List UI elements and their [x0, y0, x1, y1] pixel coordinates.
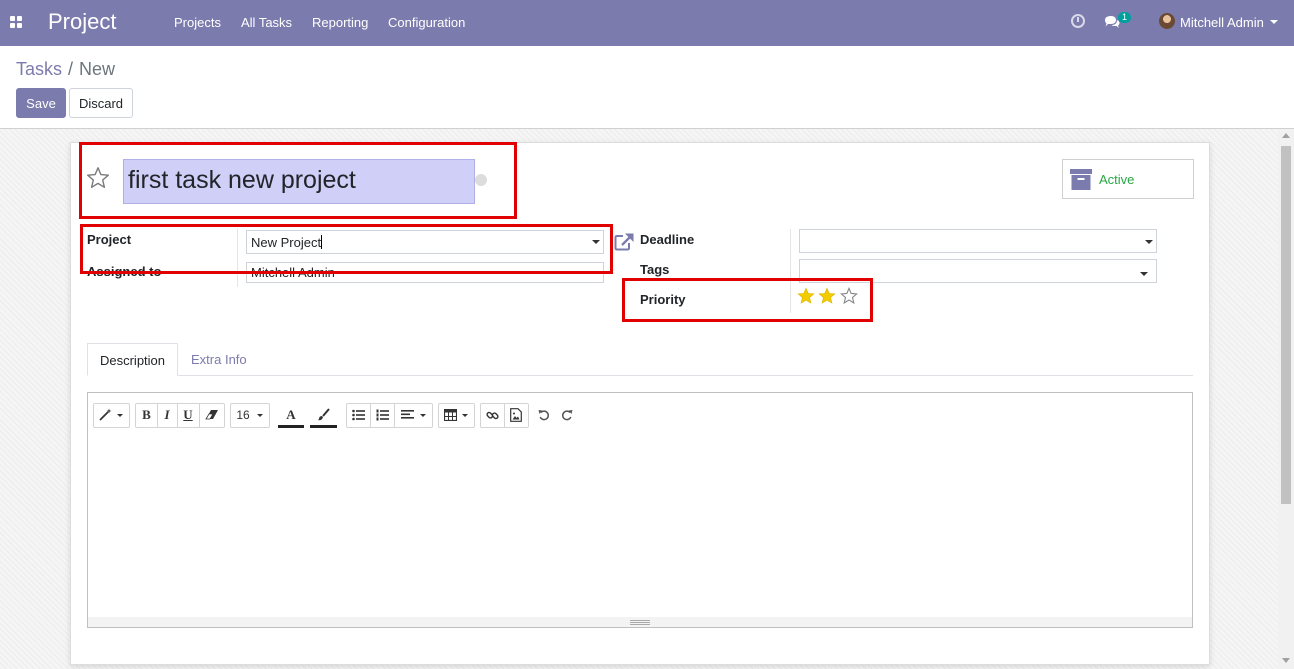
user-menu-name[interactable]: Mitchell Admin: [1180, 15, 1264, 30]
ordered-list-icon[interactable]: [376, 409, 389, 421]
priority-star-1-icon[interactable]: [797, 287, 815, 305]
tags-dropdown-caret-icon[interactable]: [1140, 272, 1148, 276]
tags-label: Tags: [640, 262, 670, 277]
activity-clock-icon[interactable]: [1071, 14, 1085, 28]
eraser-icon[interactable]: [205, 409, 219, 421]
breadcrumb-separator: /: [68, 59, 74, 79]
kanban-state-dot[interactable]: [475, 174, 487, 186]
priority-star-3-icon[interactable]: [840, 287, 858, 305]
scrollbar-thumb[interactable]: [1281, 146, 1291, 504]
italic-button[interactable]: I: [157, 403, 177, 428]
toolbar-separator: [504, 403, 505, 428]
menu-configuration[interactable]: Configuration: [388, 15, 465, 30]
magic-wand-icon[interactable]: [99, 408, 112, 421]
app-brand[interactable]: Project: [48, 9, 116, 35]
image-icon[interactable]: [510, 408, 522, 422]
assigned-to-select[interactable]: Mitchell Admin: [246, 262, 604, 283]
project-dropdown-caret-icon[interactable]: [592, 240, 600, 244]
font-size-caret-icon[interactable]: [257, 414, 263, 417]
priority-star-2-icon[interactable]: [818, 287, 836, 305]
field-divider-right: [790, 229, 791, 313]
style-caret-icon[interactable]: [117, 414, 123, 417]
user-avatar[interactable]: [1159, 13, 1175, 29]
breadcrumb-tasks[interactable]: Tasks: [16, 59, 62, 79]
table-caret-icon[interactable]: [462, 414, 468, 417]
external-link-icon[interactable]: [614, 232, 635, 251]
breadcrumb: Tasks / New: [16, 59, 115, 80]
top-navbar: Project Projects All Tasks Reporting Con…: [0, 0, 1294, 46]
project-label: Project: [87, 232, 132, 247]
task-title-input[interactable]: first task new project: [123, 159, 475, 204]
notification-badge: 1: [1118, 12, 1132, 23]
menu-all-tasks[interactable]: All Tasks: [241, 15, 292, 30]
tab-description[interactable]: Description: [87, 343, 178, 376]
favorite-star-icon[interactable]: [86, 166, 110, 190]
field-divider: [237, 229, 238, 287]
assigned-to-value: Mitchell Admin: [251, 265, 335, 280]
align-caret-icon[interactable]: [420, 414, 426, 417]
active-status-label: Active: [1099, 172, 1135, 187]
deadline-label: Deadline: [640, 232, 695, 247]
discard-button[interactable]: Discard: [69, 88, 133, 118]
underline-button[interactable]: U: [177, 403, 199, 428]
toolbar-separator: [370, 403, 371, 428]
scroll-down-arrow-icon[interactable]: [1282, 658, 1290, 663]
caret-down-icon[interactable]: [1270, 20, 1278, 24]
deadline-input[interactable]: [799, 229, 1157, 253]
resize-grip-icon[interactable]: [630, 620, 650, 625]
tags-input[interactable]: [799, 259, 1157, 283]
priority-label: Priority: [640, 292, 686, 307]
font-color-button[interactable]: A: [278, 403, 304, 428]
text-cursor: [321, 235, 323, 249]
link-icon[interactable]: [486, 409, 499, 422]
assigned-to-label: Assigned to: [87, 264, 162, 279]
archive-icon: [1070, 169, 1092, 190]
table-icon[interactable]: [444, 409, 457, 421]
paint-brush-icon: [318, 408, 330, 421]
redo-icon[interactable]: [561, 409, 573, 421]
save-button[interactable]: Save: [16, 88, 66, 118]
apps-grid-icon[interactable]: [10, 16, 23, 29]
bold-button[interactable]: B: [136, 403, 157, 428]
tabs-divider: [87, 375, 1193, 376]
font-size-button[interactable]: 16: [232, 403, 254, 428]
project-select-value: New Project: [251, 235, 322, 250]
align-left-icon[interactable]: [401, 409, 414, 421]
scroll-up-arrow-icon[interactable]: [1282, 133, 1290, 138]
tab-extra-info[interactable]: Extra Info: [191, 352, 247, 367]
toolbar-separator: [199, 403, 200, 428]
deadline-dropdown-caret-icon[interactable]: [1145, 240, 1153, 244]
menu-reporting[interactable]: Reporting: [312, 15, 368, 30]
menu-projects[interactable]: Projects: [174, 15, 221, 30]
undo-icon[interactable]: [538, 409, 550, 421]
toolbar-separator: [394, 403, 395, 428]
breadcrumb-current: New: [79, 59, 116, 79]
project-select[interactable]: New Project: [246, 230, 604, 254]
unordered-list-icon[interactable]: [352, 409, 365, 421]
